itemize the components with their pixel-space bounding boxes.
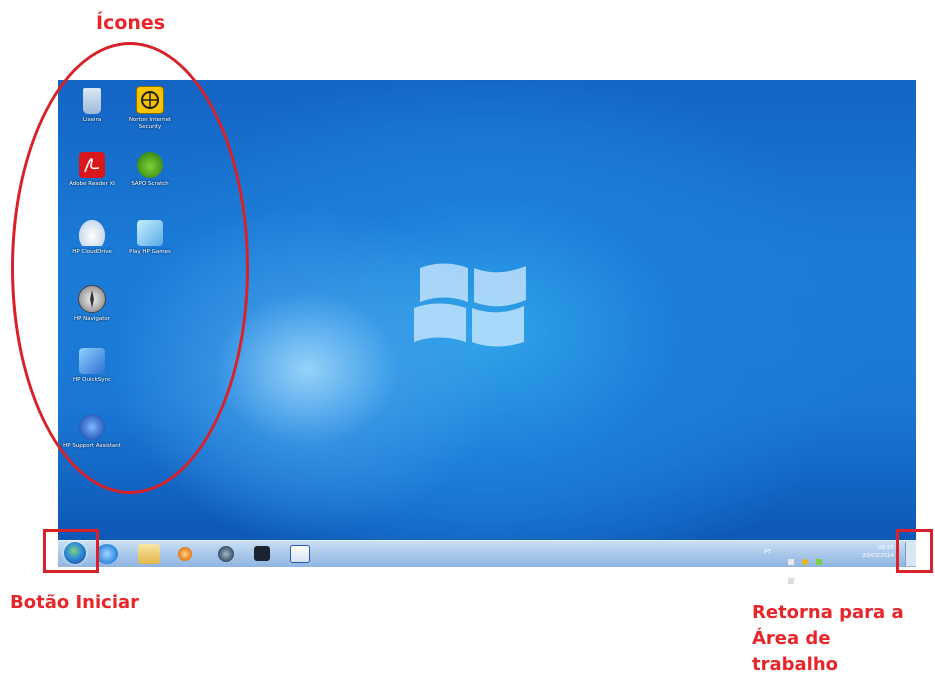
- browser-globe-icon[interactable]: [218, 546, 234, 562]
- network-icon[interactable]: [816, 559, 823, 565]
- annotation-line: Retorna para a: [752, 602, 904, 623]
- camera-icon[interactable]: [254, 546, 270, 561]
- volume-icon[interactable]: [788, 578, 794, 584]
- word-icon[interactable]: [290, 545, 310, 563]
- annotation-line: Área de: [752, 628, 831, 649]
- annotation-line: trabalho: [752, 654, 839, 675]
- norton-tray-icon[interactable]: [802, 559, 809, 565]
- internet-explorer-icon[interactable]: [96, 544, 118, 564]
- icons-highlight-ellipse: [11, 42, 249, 494]
- annotation-icons-label: Ícones: [96, 12, 166, 34]
- show-desktop-highlight: [896, 529, 933, 573]
- tray-arrow-icon[interactable]: [788, 559, 794, 565]
- system-tray-icons[interactable]: [788, 550, 828, 584]
- clock-date: 23/03/2014: [862, 553, 894, 559]
- annotation-show-desktop-label: Retorna para a Área de trabalho: [752, 600, 932, 678]
- explorer-folder-icon[interactable]: [138, 544, 160, 564]
- language-indicator[interactable]: PT: [764, 549, 771, 556]
- taskbar: PT 08:55 23/03/2014: [58, 540, 916, 584]
- annotation-start-button-label: Botão Iniciar: [10, 592, 140, 613]
- clock[interactable]: 08:55 23/03/2014: [862, 544, 894, 560]
- clock-time: 08:55: [878, 545, 894, 551]
- media-player-icon[interactable]: [178, 547, 192, 561]
- windows-logo-icon: [414, 263, 526, 347]
- start-button-highlight: [43, 529, 99, 573]
